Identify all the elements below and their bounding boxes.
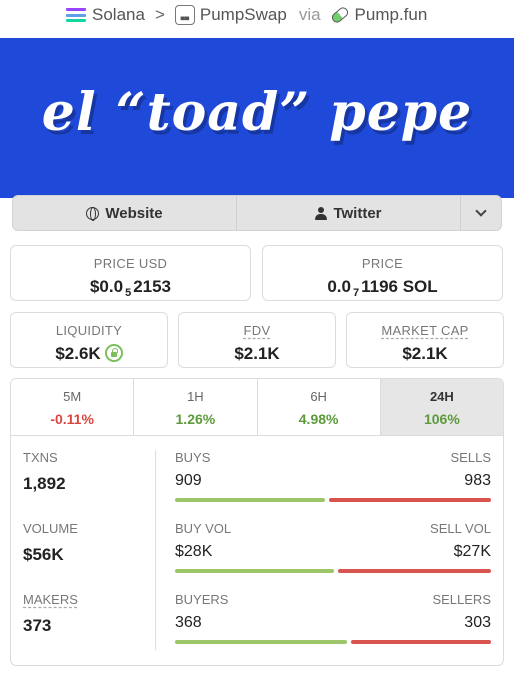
sellers-label: SELLERS — [432, 592, 491, 607]
pill-icon — [329, 5, 350, 25]
breadcrumb-launchpad[interactable]: Pump.fun — [355, 5, 428, 25]
tab-label: 6H — [310, 389, 327, 404]
tab-change: 106% — [423, 411, 460, 427]
makers-label[interactable]: MAKERS — [23, 592, 78, 607]
makers-value: 373 — [23, 616, 52, 635]
fdv-box: FDV $2.1K — [178, 312, 336, 368]
txns-value: 1,892 — [23, 474, 66, 493]
liquidity-value: $2.6K — [55, 344, 101, 363]
tab-label: 1H — [187, 389, 204, 404]
buy-vol-value: $28K — [175, 543, 213, 560]
volume-value: $56K — [23, 545, 64, 564]
tab-label: 5M — [63, 389, 82, 404]
breadcrumb: Solana > ▀▀ PumpSwap via Pump.fun — [0, 0, 514, 30]
twitter-label: Twitter — [333, 204, 382, 222]
sell-bar-fill — [329, 498, 491, 502]
chevron-down-icon — [475, 205, 487, 217]
liquidity-label: LIQUIDITY — [55, 323, 123, 338]
tab-6h[interactable]: 6H 4.98% — [258, 379, 381, 435]
price-native-box: PRICE 0.0 7 1196 SOL — [262, 245, 503, 301]
sell-bar-fill — [338, 569, 491, 573]
fdv-label[interactable]: FDV — [179, 323, 335, 338]
liquidity-box: LIQUIDITY $2.6K — [10, 312, 168, 368]
token-banner: el “toad” pepe — [0, 38, 514, 198]
buy-vol-label: BUY VOL — [175, 521, 232, 536]
price-usd-value: $0.0 5 2153 — [89, 277, 172, 299]
breadcrumb-chain[interactable]: Solana — [92, 5, 145, 25]
price-native-value: 0.0 7 1196 SOL — [327, 277, 438, 299]
market-cap-value: $2.1K — [402, 344, 448, 363]
timeframe-tabs: 5M -0.11% 1H 1.26% 6H 4.98% 24H 106% — [11, 379, 503, 436]
tab-change: 4.98% — [298, 411, 339, 427]
tab-change: 1.26% — [175, 411, 216, 427]
sell-vol-value: $27K — [453, 543, 491, 560]
buy-sell-bar — [175, 498, 491, 502]
twitter-button[interactable]: Twitter — [237, 196, 461, 230]
buy-sell-bar — [175, 569, 491, 573]
sells-value: 983 — [464, 472, 491, 489]
stats-rows: TXNS 1,892 BUYS SELLS 909 983 VOLUME $56… — [11, 436, 503, 665]
globe-icon — [86, 206, 100, 221]
pumpswap-icon: ▀▀ — [174, 5, 195, 25]
market-cap-box: MARKET CAP $2.1K — [346, 312, 504, 368]
website-label: Website — [105, 204, 163, 222]
sells-label: SELLS — [450, 450, 491, 465]
makers-row: MAKERS 373 BUYERS SELLERS 368 303 — [11, 578, 503, 648]
solana-icon — [66, 8, 86, 22]
buyers-label: BUYERS — [175, 592, 229, 607]
volume-row: VOLUME $56K BUY VOL SELL VOL $28K $27K — [11, 507, 503, 577]
sellers-value: 303 — [464, 614, 491, 631]
buyers-value: 368 — [175, 614, 202, 631]
website-button[interactable]: Website — [13, 196, 237, 230]
transactions-panel: 5M -0.11% 1H 1.26% 6H 4.98% 24H 106% TXN… — [10, 378, 504, 666]
sell-bar-fill — [351, 640, 491, 644]
breadcrumb-via: via — [298, 5, 321, 24]
tab-1h[interactable]: 1H 1.26% — [134, 379, 258, 435]
link-bar: Website Twitter — [12, 195, 502, 231]
buy-sell-bar — [175, 640, 491, 644]
price-native-label: PRICE — [361, 256, 404, 271]
market-cap-label[interactable]: MARKET CAP — [347, 323, 503, 338]
tab-5m[interactable]: 5M -0.11% — [11, 379, 135, 435]
buy-bar-fill — [175, 640, 347, 644]
txns-row: TXNS 1,892 BUYS SELLS 909 983 — [11, 436, 503, 506]
breadcrumb-dex[interactable]: PumpSwap — [200, 5, 287, 25]
more-links-button[interactable] — [461, 196, 501, 230]
lock-icon[interactable] — [104, 344, 123, 362]
banner-title: el “toad” pepe — [41, 82, 473, 143]
fdv-value: $2.1K — [234, 344, 280, 363]
person-icon — [315, 206, 328, 220]
tab-change: -0.11% — [50, 411, 94, 427]
buys-value: 909 — [175, 472, 202, 489]
tab-24h[interactable]: 24H 106% — [380, 379, 503, 435]
buys-label: BUYS — [175, 450, 211, 465]
tab-label: 24H — [429, 389, 454, 404]
price-usd-box: PRICE USD $0.0 5 2153 — [10, 245, 251, 301]
price-usd-label: PRICE USD — [93, 256, 168, 271]
volume-label: VOLUME — [23, 521, 78, 536]
txns-label: TXNS — [23, 450, 58, 465]
buy-bar-fill — [175, 569, 334, 573]
sell-vol-label: SELL VOL — [430, 521, 491, 536]
buy-bar-fill — [175, 498, 325, 502]
chevron-right-icon: > — [154, 5, 165, 24]
